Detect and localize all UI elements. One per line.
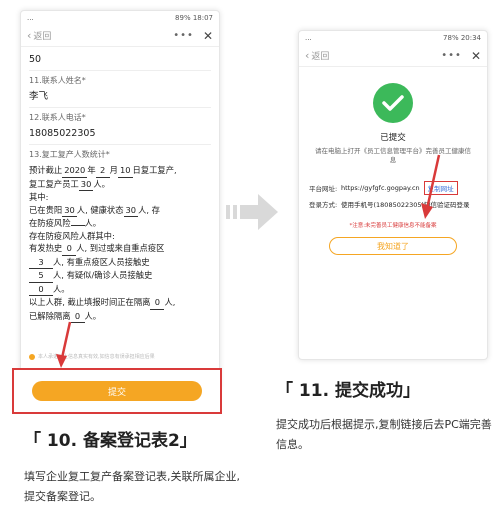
status-right: 78% 20:34 [443, 34, 481, 42]
contact-phone-field[interactable]: 12.联系人电话* 18085022305 [29, 108, 211, 145]
back-label: 返回 [311, 52, 330, 62]
left-caption-title: 「 10. 备案登记表2」 [24, 431, 197, 451]
platform-row: 平台网址: https://gyfgfc.gogpay.cn 复制网址 [299, 181, 487, 195]
agreement-checkbox[interactable]: 本人承诺以上信息真实有效,如信息有误承担相应后果 [29, 353, 155, 360]
risk-count-input[interactable] [70, 225, 85, 226]
got-it-button[interactable]: 我知道了 [329, 237, 457, 255]
nav-bar: ‹ 返回 ••• ✕ [21, 25, 219, 47]
status-bar: ... 78% 20:34 [299, 31, 487, 45]
month-input[interactable]: 2 [95, 164, 110, 178]
close-icon[interactable]: ✕ [471, 49, 481, 63]
year-input[interactable]: 2020 [62, 164, 88, 178]
status-bar: ... 89% 18:07 [21, 11, 219, 25]
staff-stats-field: 13.复工复产人数统计* 预计截止 2020 年 2 月 10 日复工复产, 复工复产员工 3… [29, 145, 211, 327]
pointer-arrow-icon [421, 154, 441, 219]
healthy-count-input[interactable]: 30 [123, 204, 139, 217]
status-left: ... [27, 14, 34, 22]
checkbox-icon [29, 353, 35, 360]
back-button[interactable]: ‹ 返回 [27, 29, 51, 42]
right-caption-desc: 提交成功后根据提示,复制链接后去PC端完善信息。 [276, 418, 492, 451]
login-row: 登录方式: 使用手机号(18085022305)短信验证码登录 [299, 199, 487, 209]
left-caption: 「 10. 备案登记表2」 填写企业复工复产备案登记表,关联所属企业,提交备案登… [24, 426, 244, 507]
suspect-count-input[interactable]: 0 [29, 283, 53, 296]
platform-url: https://gyfgfc.gogpay.cn [341, 184, 420, 192]
instruction-text: 请在电脑上打开《员工信息管理平台》完善员工健康信息 [315, 147, 471, 164]
fever-count-input[interactable]: 0 [62, 242, 77, 256]
day-input[interactable]: 10 [117, 164, 133, 178]
submit-highlight-box: 提交 [12, 368, 222, 414]
chevron-left-icon: ‹ [27, 29, 32, 42]
right-caption: 「 11. 提交成功」 提交成功后根据提示,复制链接后去PC端完善信息。 [276, 376, 496, 455]
more-icon[interactable]: ••• [441, 50, 462, 61]
contact-name-value: 李飞 [29, 91, 49, 102]
platform-label: 平台网址: [309, 185, 338, 193]
registration-form: 50 11.联系人姓名* 李飞 12.联系人电话* 18085022305 13… [21, 47, 219, 327]
success-screen: ... 78% 20:34 ‹ 返回 ••• ✕ 已提交 请在电脑上打开《员工信… [298, 30, 488, 360]
status-right: 89% 18:07 [175, 14, 213, 22]
back-label: 返回 [33, 32, 52, 42]
warning-note: *注意:未完善员工健康信息不能备案 [349, 223, 437, 229]
contact-name-field[interactable]: 11.联系人姓名* 李飞 [29, 71, 211, 108]
left-caption-desc: 填写企业复工复产备案登记表,关联所属企业,提交备案登记。 [24, 470, 240, 503]
right-caption-title: 「 11. 提交成功」 [276, 381, 420, 401]
top-value: 50 [29, 54, 42, 65]
success-panel: 已提交 请在电脑上打开《员工信息管理平台》完善员工健康信息 平台网址: http… [299, 83, 487, 255]
pointer-arrow-icon [56, 321, 72, 368]
contact-name-label: 11.联系人姓名* [29, 76, 86, 85]
status-left: ... [305, 34, 312, 42]
submitted-title: 已提交 [380, 133, 406, 143]
staff-stats-text: 预计截止 2020 年 2 月 10 日复工复产, 复工复产员工 30 人。 其中: 已在贵阳 3… [29, 161, 211, 323]
top-value-field[interactable]: 50 [29, 47, 211, 71]
area-count-input[interactable]: 3 [29, 256, 53, 269]
nav-bar: ‹ 返回 ••• ✕ [299, 45, 487, 67]
staff-count-input[interactable]: 30 [78, 178, 94, 191]
form-screen: ... 89% 18:07 ‹ 返回 ••• ✕ 50 11.联系人姓名* 李飞… [20, 10, 220, 390]
guiyang-count-input[interactable]: 30 [62, 204, 77, 217]
close-icon[interactable]: ✕ [203, 29, 213, 43]
submit-button[interactable]: 提交 [32, 381, 202, 401]
staff-stats-label: 13.复工复产人数统计* [29, 150, 110, 159]
next-step-arrow-icon [226, 194, 278, 230]
contact-phone-value: 18085022305 [29, 128, 96, 139]
contact-count-input[interactable]: 5 [29, 269, 53, 283]
success-check-icon [373, 83, 413, 123]
contact-phone-label: 12.联系人电话* [29, 113, 86, 122]
more-icon[interactable]: ••• [173, 30, 194, 41]
isolating-count-input[interactable]: 0 [150, 296, 165, 310]
login-value: 使用手机号(18085022305)短信验证码登录 [341, 201, 470, 209]
chevron-left-icon: ‹ [305, 49, 310, 62]
login-label: 登录方式: [309, 201, 338, 209]
back-button[interactable]: ‹ 返回 [305, 49, 329, 62]
